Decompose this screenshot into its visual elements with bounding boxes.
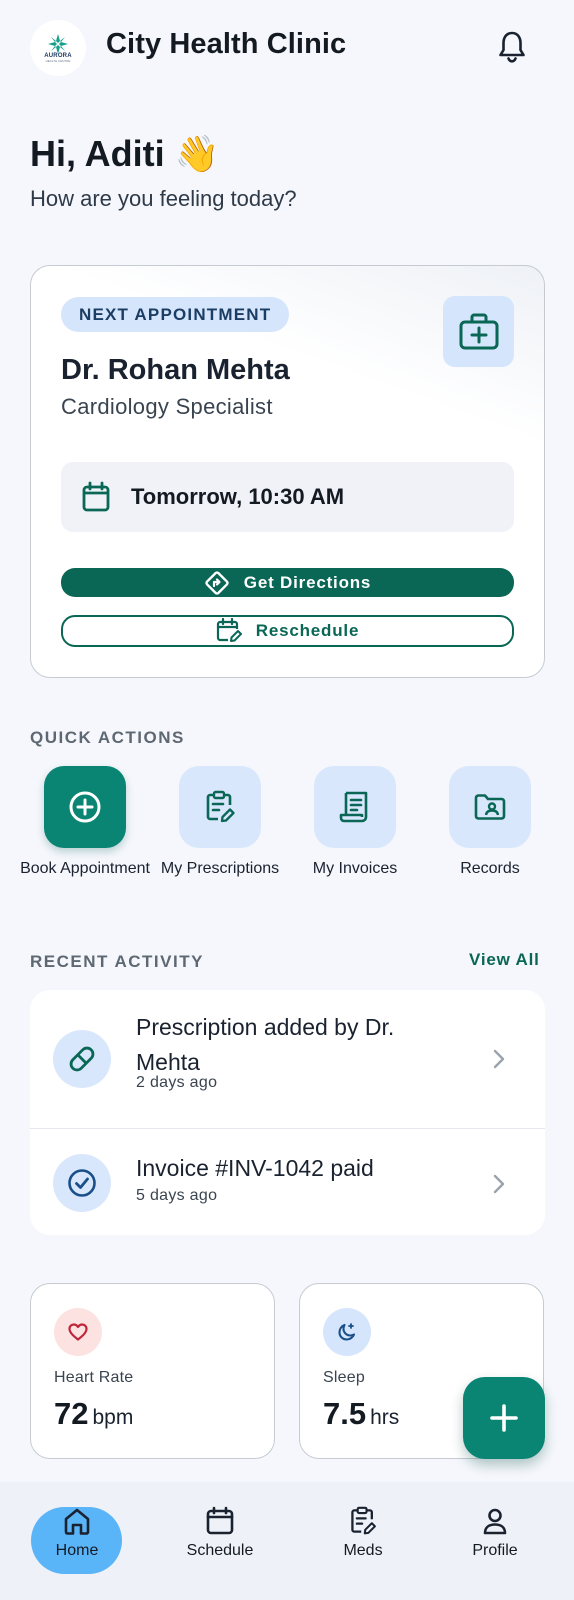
appointment-time: Tomorrow, 10:30 AM — [131, 484, 345, 509]
heart-rate-value: 72 — [54, 1396, 89, 1431]
plus-icon — [490, 1404, 518, 1432]
medical-kit-badge — [443, 296, 514, 367]
nav-item-schedule[interactable]: Schedule — [174, 1506, 266, 1560]
activity-icon — [53, 1030, 111, 1088]
logo-mark-icon — [48, 34, 68, 54]
recent-activity-list: Prescription added by Dr. Mehta 2 days a… — [30, 990, 545, 1235]
directions-icon — [204, 570, 230, 596]
calendar-icon — [82, 481, 110, 512]
moon-icon-badge — [323, 1308, 371, 1356]
records-tile[interactable] — [449, 766, 531, 848]
quick-action-my-invoices[interactable]: My Invoices — [290, 766, 420, 879]
greeting-subtitle: How are you feeling today? — [30, 186, 297, 211]
folder-user-icon — [474, 794, 506, 820]
book-appointment-tile[interactable] — [44, 766, 126, 848]
app-title: City Health Clinic — [106, 28, 347, 60]
add-fab-button[interactable] — [463, 1377, 545, 1459]
activity-item-prescription[interactable]: Prescription added by Dr. Mehta 2 days a… — [30, 990, 545, 1128]
get-directions-label: Get Directions — [243, 572, 372, 592]
nav-item-home[interactable]: Home — [31, 1506, 123, 1560]
activity-title: Invoice #INV-1042 paid — [136, 1155, 374, 1181]
activity-title: Prescription added by Dr. Mehta — [136, 1014, 395, 1075]
nav-item-profile[interactable]: Profile — [449, 1506, 541, 1560]
calendar-icon — [206, 1506, 234, 1535]
activity-time: 5 days ago — [136, 1187, 218, 1204]
prescription-icon — [351, 1506, 376, 1535]
quick-action-label: Records — [460, 860, 520, 877]
bottom-navigation: Home Schedule Meds Profile — [0, 1482, 574, 1600]
reschedule-label: Reschedule — [255, 621, 360, 640]
view-all-link[interactable]: View All — [469, 950, 540, 970]
sleep-value: 7.5 — [323, 1396, 367, 1431]
activity-icon — [53, 1154, 111, 1212]
home-icon — [64, 1508, 90, 1535]
activity-item-invoice[interactable]: Invoice #INV-1042 paid 5 days ago — [30, 1129, 545, 1235]
calendar-edit-icon — [216, 618, 242, 644]
quick-action-my-prescriptions[interactable]: My Prescriptions — [155, 766, 285, 879]
sleep-label: Sleep — [323, 1369, 365, 1386]
bell-icon — [499, 31, 525, 63]
user-icon — [483, 1508, 507, 1535]
recent-activity-heading: RECENT ACTIVITY — [30, 952, 204, 971]
plus-circle-icon — [69, 791, 101, 823]
sleep-unit: hrs — [370, 1406, 400, 1429]
quick-action-label: My Prescriptions — [160, 860, 280, 877]
medical-kit-icon — [459, 313, 498, 349]
doctor-specialty: Cardiology Specialist — [61, 394, 273, 419]
heart-rate-value-row: 72 bpm — [54, 1396, 133, 1432]
moon-icon — [338, 1323, 356, 1341]
receipt-icon — [339, 791, 368, 823]
activity-time: 2 days ago — [136, 1074, 218, 1091]
reschedule-button[interactable]: Reschedule — [61, 615, 514, 647]
prescription-icon — [206, 790, 235, 823]
chevron-right-icon — [493, 1049, 505, 1069]
greeting-title: Hi, Aditi 👋 — [30, 133, 220, 174]
heart-icon-badge — [54, 1308, 102, 1356]
quick-action-label: My Invoices — [312, 860, 398, 877]
prescriptions-tile[interactable] — [179, 766, 261, 848]
appointment-badge: NEXT APPOINTMENT — [61, 297, 290, 332]
check-circle-icon — [68, 1169, 96, 1197]
pill-icon — [69, 1046, 95, 1072]
heart-rate-card[interactable]: Heart Rate 72 bpm — [30, 1283, 275, 1459]
chevron-right-icon — [493, 1174, 505, 1194]
nav-label: Profile — [472, 1542, 518, 1559]
doctor-name: Dr. Rohan Mehta — [61, 354, 290, 386]
quick-action-records[interactable]: Records — [425, 766, 555, 879]
heart-rate-unit: bpm — [92, 1406, 134, 1429]
quick-actions-heading: QUICK ACTIONS — [30, 728, 185, 747]
quick-action-book-appointment[interactable]: Book Appointment — [20, 766, 150, 879]
logo-subtext: HEALTH CENTRE — [45, 59, 71, 63]
nav-item-meds[interactable]: Meds — [317, 1506, 409, 1560]
clinic-logo: AURORA HEALTH CENTRE — [30, 20, 86, 76]
nav-label: Home — [55, 1542, 99, 1559]
nav-label: Schedule — [186, 1542, 254, 1559]
appointment-time-box: Tomorrow, 10:30 AM — [61, 462, 514, 532]
invoices-tile[interactable] — [314, 766, 396, 848]
notification-button[interactable] — [497, 30, 529, 66]
quick-action-label: Book Appointment — [20, 860, 150, 877]
nav-label: Meds — [343, 1542, 383, 1559]
sleep-value-row: 7.5 hrs — [323, 1396, 399, 1432]
next-appointment-card: NEXT APPOINTMENT Dr. Rohan Mehta Cardiol… — [30, 265, 545, 678]
heart-icon — [68, 1323, 88, 1341]
get-directions-button[interactable]: Get Directions — [61, 568, 514, 597]
heart-rate-label: Heart Rate — [54, 1369, 134, 1386]
